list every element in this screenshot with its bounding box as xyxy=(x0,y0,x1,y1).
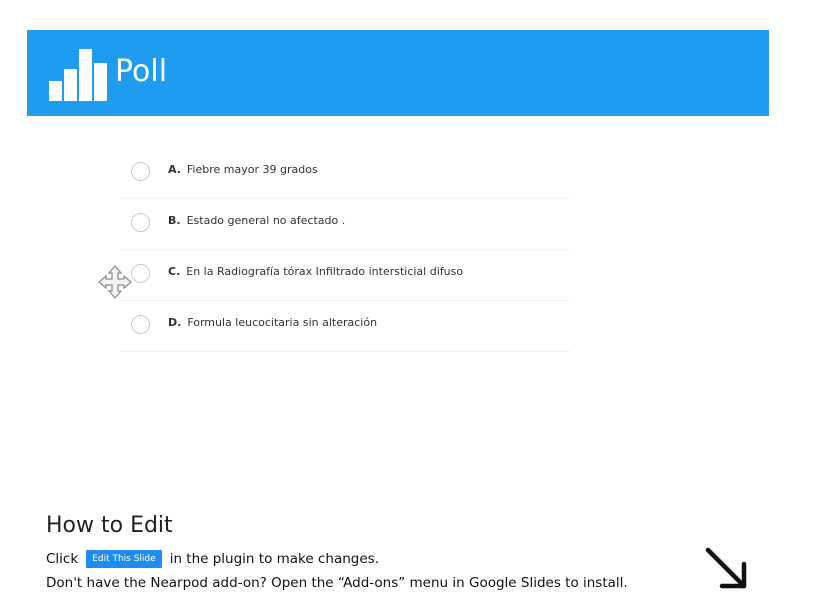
radio-button[interactable] xyxy=(131,315,150,334)
option-letter: A. xyxy=(168,163,181,176)
option-letter: D. xyxy=(168,316,182,329)
option-label: Estado general no afectado . xyxy=(186,214,346,227)
option-letter: B. xyxy=(168,214,181,227)
bar-chart-icon xyxy=(49,49,107,101)
radio-button[interactable] xyxy=(131,213,150,232)
option-text: B. Estado general no afectado . xyxy=(168,214,345,227)
move-cursor-icon[interactable] xyxy=(97,264,133,300)
radio-button[interactable] xyxy=(131,162,150,181)
addon-instructions: Don't have the Nearpod add-on? Open the … xyxy=(46,575,628,591)
option-label: En la Radiografía tórax Infiltrado inter… xyxy=(186,265,464,278)
poll-option-b[interactable]: B. Estado general no afectado . xyxy=(120,199,570,250)
edit-this-slide-button[interactable]: Edit This Slide xyxy=(86,550,162,568)
option-text: D. Formula leucocitaria sin alteración xyxy=(168,316,377,329)
instruction-prefix: Click xyxy=(46,551,79,567)
option-text: A. Fiebre mayor 39 grados xyxy=(168,163,318,176)
option-text: C. En la Radiografía tórax Infiltrado int… xyxy=(168,265,463,278)
option-label: Formula leucocitaria sin alteración xyxy=(187,316,378,329)
option-letter: C. xyxy=(168,265,181,278)
radio-button[interactable] xyxy=(131,264,150,283)
poll-options-list: A. Fiebre mayor 39 grados B. Estado genera… xyxy=(120,148,570,352)
arrow-down-right-icon xyxy=(705,547,747,589)
edit-instructions: Click Edit This Slide in the plugin to m… xyxy=(46,550,379,568)
poll-option-c[interactable]: C. En la Radiografía tórax Infiltrado int… xyxy=(120,250,570,301)
option-label: Fiebre mayor 39 grados xyxy=(186,163,318,176)
instruction-suffix: in the plugin to make changes. xyxy=(169,551,379,567)
poll-option-d[interactable]: D. Formula leucocitaria sin alteración xyxy=(120,301,570,352)
how-to-edit-heading: How to Edit xyxy=(46,513,173,538)
poll-option-a[interactable]: A. Fiebre mayor 39 grados xyxy=(120,148,570,199)
page-title: Poll xyxy=(115,54,168,89)
poll-header: Poll xyxy=(27,30,769,116)
